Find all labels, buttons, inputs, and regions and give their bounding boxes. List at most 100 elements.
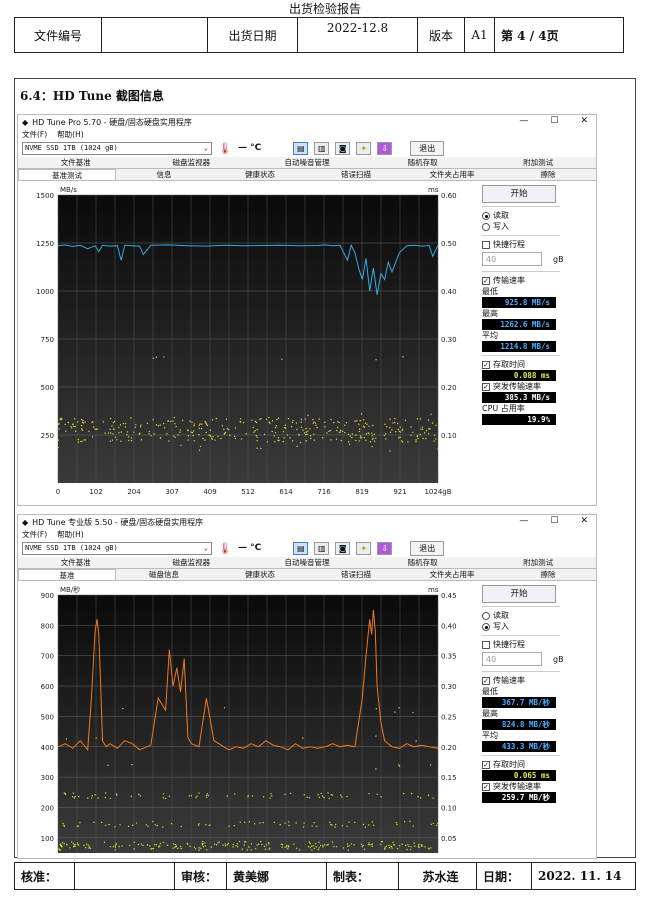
drive-select[interactable]: NVME SSD 1TB (1024 gB) ⌄ (22, 141, 212, 155)
transfer-rate-checkbox[interactable]: ✓ (482, 676, 490, 685)
access-point (152, 357, 154, 359)
close-button[interactable]: ✕ (580, 516, 588, 526)
access-point (300, 421, 302, 423)
access-point (116, 794, 118, 796)
access-point (133, 431, 135, 433)
minimize-button[interactable]: — (519, 116, 528, 126)
exit-button[interactable]: 退出 (410, 540, 445, 556)
access-point (423, 432, 426, 434)
review-label: 审核： (175, 863, 227, 889)
short-stroke-checkbox[interactable] (482, 640, 490, 649)
access-point (304, 433, 307, 436)
start-button[interactable]: 开始 (482, 185, 556, 203)
access-time-checkbox[interactable]: ✓ (482, 760, 490, 769)
menu-help[interactable]: 帮助(H) (57, 129, 84, 139)
benchmark-tool-button[interactable]: ▤ (293, 541, 309, 555)
transfer-rate-checkbox[interactable]: ✓ (482, 276, 490, 285)
tab-2[interactable]: 自动噪音管理 (249, 557, 365, 568)
tab-3[interactable]: 随机存取 (365, 557, 481, 568)
maximize-button[interactable]: ☐ (550, 516, 558, 526)
exit-button[interactable]: 退出 (410, 140, 445, 156)
access-point (60, 843, 62, 845)
access-point (284, 793, 286, 796)
drive-select[interactable]: NVME SSD 1TB (1024 gB) ⌄ (22, 541, 212, 555)
tab-4[interactable]: 附加测试 (480, 157, 596, 168)
tab-2[interactable]: 自动噪音管理 (249, 157, 365, 168)
access-point (181, 419, 184, 422)
tab2-3[interactable]: 错误扫描 (308, 169, 404, 180)
tab-1[interactable]: 磁盘监视器 (134, 557, 250, 568)
y-tick-label: 1000 (36, 288, 54, 296)
menu-help[interactable]: 帮助(H) (57, 529, 84, 539)
tab2-4[interactable]: 文件夹占用率 (404, 569, 500, 580)
minimize-button[interactable]: — (519, 516, 528, 526)
access-point (402, 356, 404, 358)
options-icon[interactable]: ✦ (356, 141, 372, 155)
start-button[interactable]: 开始 (482, 585, 556, 603)
burst-checkbox[interactable]: ✓ (482, 782, 490, 791)
menu-file[interactable]: 文件(F) (22, 129, 47, 139)
read-radio[interactable] (482, 611, 490, 620)
tab-3[interactable]: 随机存取 (365, 157, 481, 168)
access-point (368, 425, 370, 427)
access-point (308, 796, 311, 799)
copy-tool-button[interactable]: ▥ (314, 541, 330, 555)
toolbar: NVME SSD 1TB (1024 gB) ⌄ 🌡 — °C ▤ ▥ ◙ ✦ ⇩… (18, 539, 596, 557)
window-titlebar: ◆ HD Tune 专业版 5.50 - 硬盘/固态硬盘实用程序 — ☐ ✕ (18, 515, 596, 529)
options-icon[interactable]: ✦ (356, 541, 372, 555)
access-point (361, 845, 364, 848)
short-stroke-checkbox[interactable] (482, 240, 490, 249)
benchmark-tool-button[interactable]: ▤ (293, 141, 309, 155)
tab2-5[interactable]: 擦除 (500, 569, 596, 580)
access-point (312, 418, 314, 421)
access-point (389, 426, 391, 429)
tab-1[interactable]: 磁盘监视器 (134, 157, 250, 168)
tab2-4[interactable]: 文件夹占用率 (404, 169, 500, 180)
access-point (218, 841, 221, 843)
tab2-5[interactable]: 擦除 (500, 169, 596, 180)
camera-icon[interactable]: ◙ (335, 141, 351, 155)
access-point (84, 439, 87, 441)
write-radio[interactable] (482, 222, 490, 231)
access-point (205, 796, 208, 799)
tab-0[interactable]: 文件基准 (18, 557, 134, 568)
window-controls: — ☐ ✕ (519, 516, 588, 526)
access-point (187, 439, 189, 441)
access-point (295, 422, 298, 424)
tab-4[interactable]: 附加测试 (480, 557, 596, 568)
maximize-button[interactable]: ☐ (550, 116, 558, 126)
camera-icon[interactable]: ◙ (335, 541, 351, 555)
close-button[interactable]: ✕ (580, 116, 588, 126)
access-time-checkbox[interactable]: ✓ (482, 360, 490, 369)
access-point (139, 426, 142, 428)
tab2-2[interactable]: 健康状态 (212, 569, 308, 580)
access-point (360, 843, 363, 846)
access-point (85, 843, 88, 845)
write-radio[interactable] (482, 622, 490, 631)
access-point (324, 844, 326, 846)
stroke-spinner[interactable]: 40 (482, 652, 542, 666)
tab2-2[interactable]: 健康状态 (212, 169, 308, 180)
burst-checkbox[interactable]: ✓ (482, 382, 490, 391)
tab2-1[interactable]: 磁盘信息 (116, 569, 212, 580)
y2-tick-label: 0.30 (441, 336, 457, 344)
access-point (284, 427, 287, 430)
access-point (318, 418, 320, 420)
stroke-spinner[interactable]: 40 (482, 252, 542, 266)
tab2-0[interactable]: 基准测试 (18, 169, 116, 180)
access-point (386, 426, 388, 428)
tab-0[interactable]: 文件基准 (18, 157, 134, 168)
copy-tool-button[interactable]: ▥ (314, 141, 330, 155)
min-label: 最低 (482, 687, 498, 696)
access-point (320, 792, 322, 795)
access-point (384, 846, 386, 848)
read-radio[interactable] (482, 211, 490, 220)
menu-file[interactable]: 文件(F) (22, 529, 47, 539)
tab2-3[interactable]: 错误扫描 (308, 569, 404, 580)
access-point (114, 849, 116, 851)
tab2-1[interactable]: 信息 (116, 169, 212, 180)
tab2-0[interactable]: 基准 (18, 569, 116, 580)
access-point (198, 424, 200, 426)
download-icon[interactable]: ⇩ (377, 541, 393, 555)
download-icon[interactable]: ⇩ (377, 141, 393, 155)
